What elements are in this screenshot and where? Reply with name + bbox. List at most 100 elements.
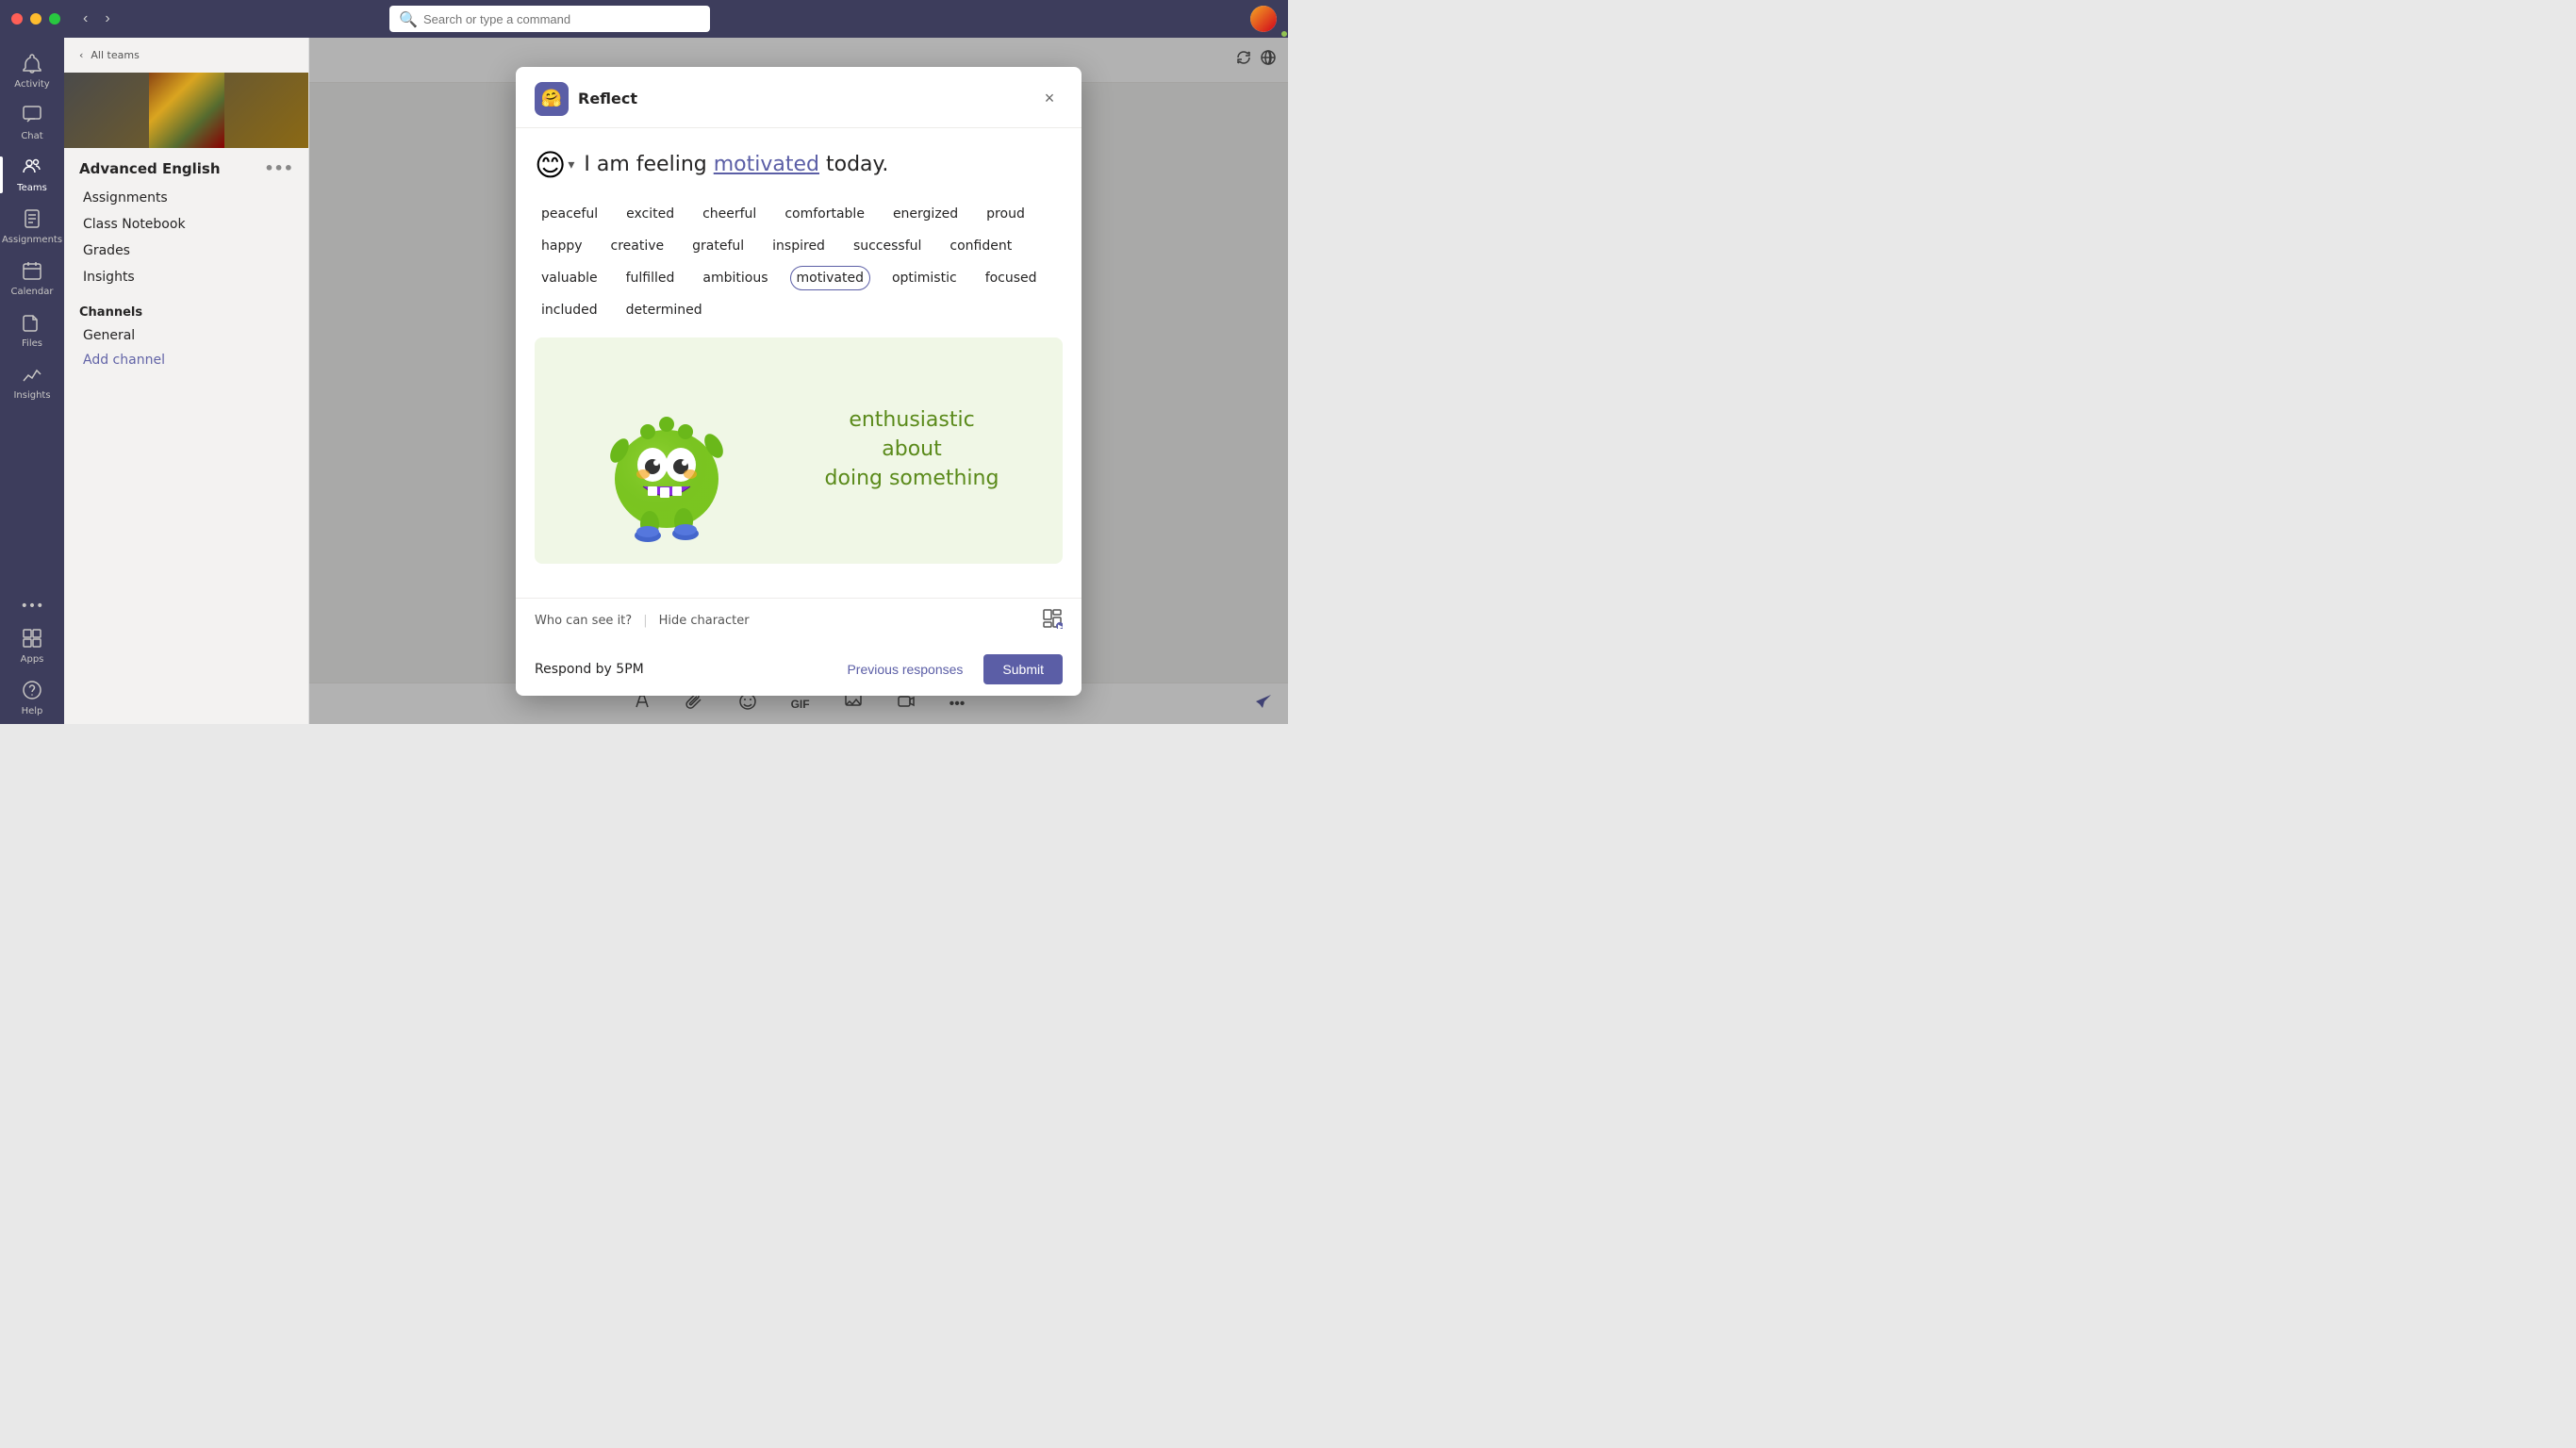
- teams-icon: [22, 156, 42, 180]
- channels-header: Channels: [64, 294, 308, 323]
- files-label: Files: [22, 338, 42, 349]
- who-can-see-label: Who can see it?: [535, 614, 632, 628]
- emotion-cheerful[interactable]: cheerful: [696, 202, 763, 226]
- reflect-modal: 🤗 Reflect × 😊 ▾ I am feeling motivat: [516, 67, 1082, 696]
- emoji-chevron-icon: ▾: [568, 157, 574, 173]
- apps-icon: [22, 628, 42, 651]
- previous-responses-button[interactable]: Previous responses: [835, 654, 974, 684]
- emotion-confident[interactable]: confident: [943, 234, 1018, 258]
- nav-insights[interactable]: Insights: [64, 264, 308, 290]
- calendar-label: Calendar: [11, 287, 54, 297]
- reflect-icon: 🤗: [535, 82, 569, 116]
- feeling-word: motivated: [714, 153, 819, 176]
- respond-by-label: Respond by 5PM: [535, 662, 644, 677]
- calendar-icon: [22, 260, 42, 284]
- modal-close-button[interactable]: ×: [1036, 86, 1063, 112]
- emotion-peaceful[interactable]: peaceful: [535, 202, 604, 226]
- minimize-button[interactable]: [30, 13, 41, 25]
- feeling-emoji: 😊: [535, 147, 566, 183]
- emotion-included[interactable]: included: [535, 298, 604, 322]
- sidebar-item-teams[interactable]: Teams: [0, 149, 64, 201]
- description-line2: doing something: [825, 467, 999, 490]
- activity-icon: [22, 53, 42, 76]
- emotion-grid: peaceful excited cheerful comfortable en…: [535, 202, 1063, 322]
- modal-header: 🤗 Reflect ×: [516, 67, 1082, 128]
- emoji-picker-button[interactable]: 😊 ▾: [535, 147, 574, 183]
- team-name-label: Advanced English: [79, 160, 221, 177]
- close-button[interactable]: [11, 13, 23, 25]
- team-menu-button[interactable]: •••: [264, 159, 293, 177]
- channel-general[interactable]: General: [64, 323, 308, 348]
- team-hero: [64, 73, 308, 148]
- emotion-fulfilled[interactable]: fulfilled: [619, 266, 682, 290]
- assignments-label: Assignments: [2, 235, 62, 245]
- modal-overlay: 🤗 Reflect × 😊 ▾ I am feeling motivat: [309, 38, 1288, 724]
- emotion-motivated[interactable]: motivated: [790, 266, 870, 290]
- back-arrow-icon: ‹: [79, 49, 83, 61]
- files-icon: [22, 312, 42, 336]
- sidebar-item-chat[interactable]: Chat: [0, 97, 64, 149]
- back-to-teams[interactable]: ‹ All teams: [64, 38, 308, 73]
- description-line1: enthusiastic about: [849, 408, 974, 461]
- sidebar-item-apps[interactable]: Apps: [0, 620, 64, 672]
- feeling-suffix: today.: [819, 153, 888, 176]
- submit-button[interactable]: Submit: [983, 654, 1063, 684]
- sidebar-item-calendar[interactable]: Calendar: [0, 253, 64, 304]
- more-icon: •••: [21, 600, 44, 613]
- emotion-happy[interactable]: happy: [535, 234, 589, 258]
- modal-title: Reflect: [578, 90, 637, 107]
- nav-class-notebook[interactable]: Class Notebook: [64, 211, 308, 238]
- sidebar: ‹ All teams Advanced English ••• Assignm…: [64, 38, 309, 724]
- nav-assignments[interactable]: Assignments: [64, 185, 308, 211]
- emotion-comfortable[interactable]: comfortable: [778, 202, 871, 226]
- svg-text:▶: ▶: [1058, 623, 1063, 629]
- titlebar: ‹ › 🔍: [0, 0, 1288, 38]
- sidebar-item-more[interactable]: •••: [0, 592, 64, 620]
- feeling-text: I am feeling motivated today.: [584, 153, 888, 176]
- main-content: 🤗 Reflect × 😊 ▾ I am feeling motivat: [309, 38, 1288, 724]
- help-icon: [22, 680, 42, 703]
- insights-label: Insights: [13, 390, 50, 401]
- team-name-row: Advanced English •••: [64, 148, 308, 181]
- sidebar-item-activity[interactable]: Activity: [0, 45, 64, 97]
- back-button[interactable]: ‹: [77, 8, 93, 29]
- nav-grades[interactable]: Grades: [64, 238, 308, 264]
- teams-label: Teams: [17, 183, 47, 193]
- avatar-image: [1250, 6, 1277, 32]
- footer-separator: |: [643, 614, 647, 628]
- modal-footer-actions: Respond by 5PM Previous responses Submit: [516, 643, 1082, 696]
- emotion-ambitious[interactable]: ambitious: [696, 266, 774, 290]
- emotion-optimistic[interactable]: optimistic: [885, 266, 964, 290]
- emotion-proud[interactable]: proud: [980, 202, 1032, 226]
- emotion-excited[interactable]: excited: [619, 202, 681, 226]
- feeling-row: 😊 ▾ I am feeling motivated today.: [535, 147, 1063, 183]
- sidebar-item-assignments[interactable]: Assignments: [0, 201, 64, 253]
- assignments-icon: [22, 208, 42, 232]
- emotion-valuable[interactable]: valuable: [535, 266, 604, 290]
- emotion-grateful[interactable]: grateful: [685, 234, 751, 258]
- hide-character-button[interactable]: Hide character: [659, 614, 750, 628]
- apps-label: Apps: [21, 654, 44, 665]
- emotion-energized[interactable]: energized: [886, 202, 965, 226]
- footer-buttons: Previous responses Submit: [835, 654, 1063, 684]
- sidebar-item-insights[interactable]: Insights: [0, 356, 64, 408]
- add-channel-button[interactable]: Add channel: [64, 348, 308, 372]
- accessibility-icon[interactable]: ▶: [1042, 608, 1063, 634]
- chat-label: Chat: [21, 131, 42, 141]
- search-bar[interactable]: 🔍: [389, 6, 710, 32]
- search-icon: 🔍: [399, 10, 418, 28]
- emotion-inspired[interactable]: inspired: [766, 234, 832, 258]
- sidebar-item-files[interactable]: Files: [0, 304, 64, 356]
- left-rail: Activity Chat Teams: [0, 38, 64, 724]
- forward-button[interactable]: ›: [99, 8, 115, 29]
- emotion-determined[interactable]: determined: [619, 298, 709, 322]
- avatar[interactable]: [1250, 6, 1277, 32]
- feeling-prefix: I am feeling: [584, 153, 713, 176]
- maximize-button[interactable]: [49, 13, 60, 25]
- emotion-creative[interactable]: creative: [604, 234, 671, 258]
- sidebar-item-help[interactable]: Help: [0, 672, 64, 724]
- search-input[interactable]: [423, 12, 701, 26]
- emotion-focused[interactable]: focused: [979, 266, 1044, 290]
- emotion-successful[interactable]: successful: [847, 234, 928, 258]
- insights-icon: [22, 364, 42, 387]
